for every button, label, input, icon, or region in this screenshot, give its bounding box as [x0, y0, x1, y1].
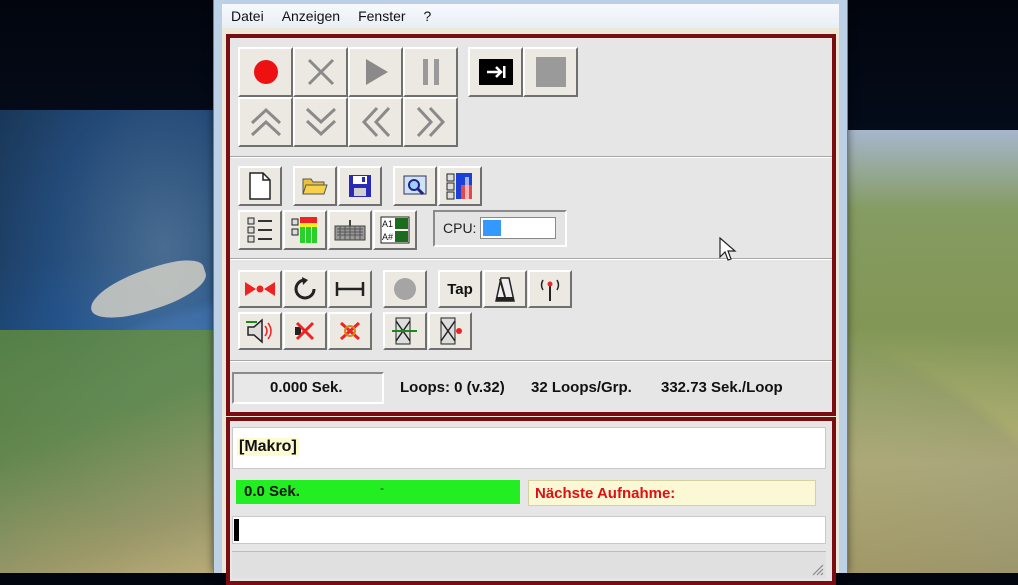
- separator: [230, 258, 832, 260]
- stop-button[interactable]: [523, 47, 578, 97]
- list-icon: [247, 217, 272, 243]
- record-icon: [253, 60, 278, 84]
- cpu-bar-fill: [483, 220, 501, 236]
- list-button[interactable]: [238, 210, 282, 250]
- range-icon: [335, 282, 365, 296]
- magnifier-icon: [403, 175, 427, 196]
- double-chevron-up-icon: [250, 107, 281, 137]
- cpu-label: CPU:: [443, 220, 477, 236]
- svg-text:A#: A#: [382, 232, 393, 242]
- jump-button[interactable]: [468, 47, 523, 97]
- rewind-button[interactable]: [348, 97, 403, 147]
- tap-label: Tap: [447, 280, 473, 298]
- jump-to-end-icon: [478, 59, 513, 85]
- open-file-button[interactable]: [293, 166, 337, 206]
- text-cursor: [234, 519, 239, 541]
- progress-time: 0.0 Sek.: [244, 483, 300, 500]
- note-grid-icon: A1 A#: [380, 216, 410, 244]
- track-in-icon: [392, 317, 417, 345]
- track-out-icon: [440, 317, 462, 345]
- cross-icon: [307, 58, 334, 86]
- seconds-per-loop: 332.73 Sek./Loop: [661, 379, 783, 396]
- save-button[interactable]: [338, 166, 382, 206]
- record-disabled-button[interactable]: [383, 270, 427, 308]
- cpu-bar-track: [480, 217, 556, 239]
- mixer-button[interactable]: [438, 166, 482, 206]
- menu-help[interactable]: ?: [415, 8, 441, 24]
- speaker-out-button[interactable]: [238, 312, 282, 350]
- solo-button[interactable]: [328, 312, 372, 350]
- control-panel: A1 A# CPU: Tap 0.000 Sek. Loops: 0 (v.32…: [226, 34, 836, 416]
- status-strip: [232, 551, 826, 578]
- bowtie-icon: [245, 282, 275, 296]
- keyboard-button[interactable]: [328, 210, 372, 250]
- pause-icon: [422, 59, 439, 85]
- level-meter-icon: [291, 217, 317, 243]
- play-icon: [365, 59, 388, 85]
- antenna-button[interactable]: [528, 270, 572, 308]
- delete-button[interactable]: [293, 47, 348, 97]
- macro-field: [Makro]: [232, 427, 826, 469]
- next-recording-field: Nächste Aufnahme:: [528, 480, 816, 506]
- solo-icon: [340, 321, 360, 341]
- time-value: 0.000 Sek.: [270, 379, 343, 396]
- new-file-button[interactable]: [238, 166, 282, 206]
- metronome-button[interactable]: [483, 270, 527, 308]
- metronome-icon: [495, 277, 515, 302]
- resize-grip-icon[interactable]: [810, 562, 824, 576]
- loop-markers-button[interactable]: [238, 270, 282, 308]
- antenna-icon: [540, 279, 560, 301]
- play-button[interactable]: [348, 47, 403, 97]
- double-chevron-right-icon: [416, 106, 445, 138]
- track-in-button[interactable]: [383, 312, 427, 350]
- menu-datei[interactable]: Datei: [222, 8, 273, 24]
- macro-panel: [Makro] 0.0 Sek. - Nächste Aufnahme:: [226, 417, 836, 585]
- macro-input[interactable]: [232, 516, 826, 544]
- mute-button[interactable]: [283, 312, 327, 350]
- app-window: Datei Anzeigen Fenster ? A1 A# CPU: Tap …: [213, 0, 848, 585]
- range-button[interactable]: [328, 270, 372, 308]
- separator: [230, 156, 832, 158]
- tuning-button[interactable]: A1 A#: [373, 210, 417, 250]
- forward-button[interactable]: [403, 97, 458, 147]
- mixer-icon: [446, 173, 472, 200]
- dot-icon: [394, 278, 416, 300]
- svg-text:A1: A1: [382, 219, 393, 229]
- next-recording-label: Nächste Aufnahme:: [535, 485, 676, 502]
- levels-button[interactable]: [283, 210, 327, 250]
- repeat-button[interactable]: [283, 270, 327, 308]
- menu-anzeigen[interactable]: Anzeigen: [273, 8, 349, 24]
- new-document-icon: [249, 172, 271, 200]
- client-area: A1 A# CPU: Tap 0.000 Sek. Loops: 0 (v.32…: [222, 28, 839, 585]
- loops-count: Loops: 0 (v.32): [400, 379, 505, 396]
- keyboard-icon: [334, 220, 366, 241]
- up-button[interactable]: [238, 97, 293, 147]
- separator: [230, 360, 832, 362]
- time-display: 0.000 Sek.: [232, 372, 384, 404]
- tap-button[interactable]: Tap: [438, 270, 482, 308]
- menu-bar: Datei Anzeigen Fenster ?: [222, 4, 839, 28]
- floppy-disk-icon: [349, 175, 371, 197]
- loops-per-group: 32 Loops/Grp.: [531, 379, 632, 396]
- progress-bar: 0.0 Sek. -: [236, 480, 520, 504]
- pause-button[interactable]: [403, 47, 458, 97]
- menu-fenster[interactable]: Fenster: [349, 8, 414, 24]
- stop-icon: [535, 57, 566, 87]
- track-out-button[interactable]: [428, 312, 472, 350]
- cpu-meter: CPU:: [433, 210, 567, 247]
- mouse-cursor-icon: [719, 237, 737, 261]
- macro-label: [Makro]: [237, 438, 299, 456]
- double-chevron-left-icon: [361, 106, 390, 138]
- progress-marker: -: [380, 481, 384, 495]
- speaker-icon: [246, 318, 272, 344]
- double-chevron-down-icon: [305, 107, 336, 137]
- down-button[interactable]: [293, 97, 348, 147]
- open-folder-icon: [302, 178, 328, 195]
- preview-button[interactable]: [393, 166, 437, 206]
- record-button[interactable]: [238, 47, 293, 97]
- refresh-icon: [294, 277, 316, 300]
- mute-icon: [295, 321, 315, 341]
